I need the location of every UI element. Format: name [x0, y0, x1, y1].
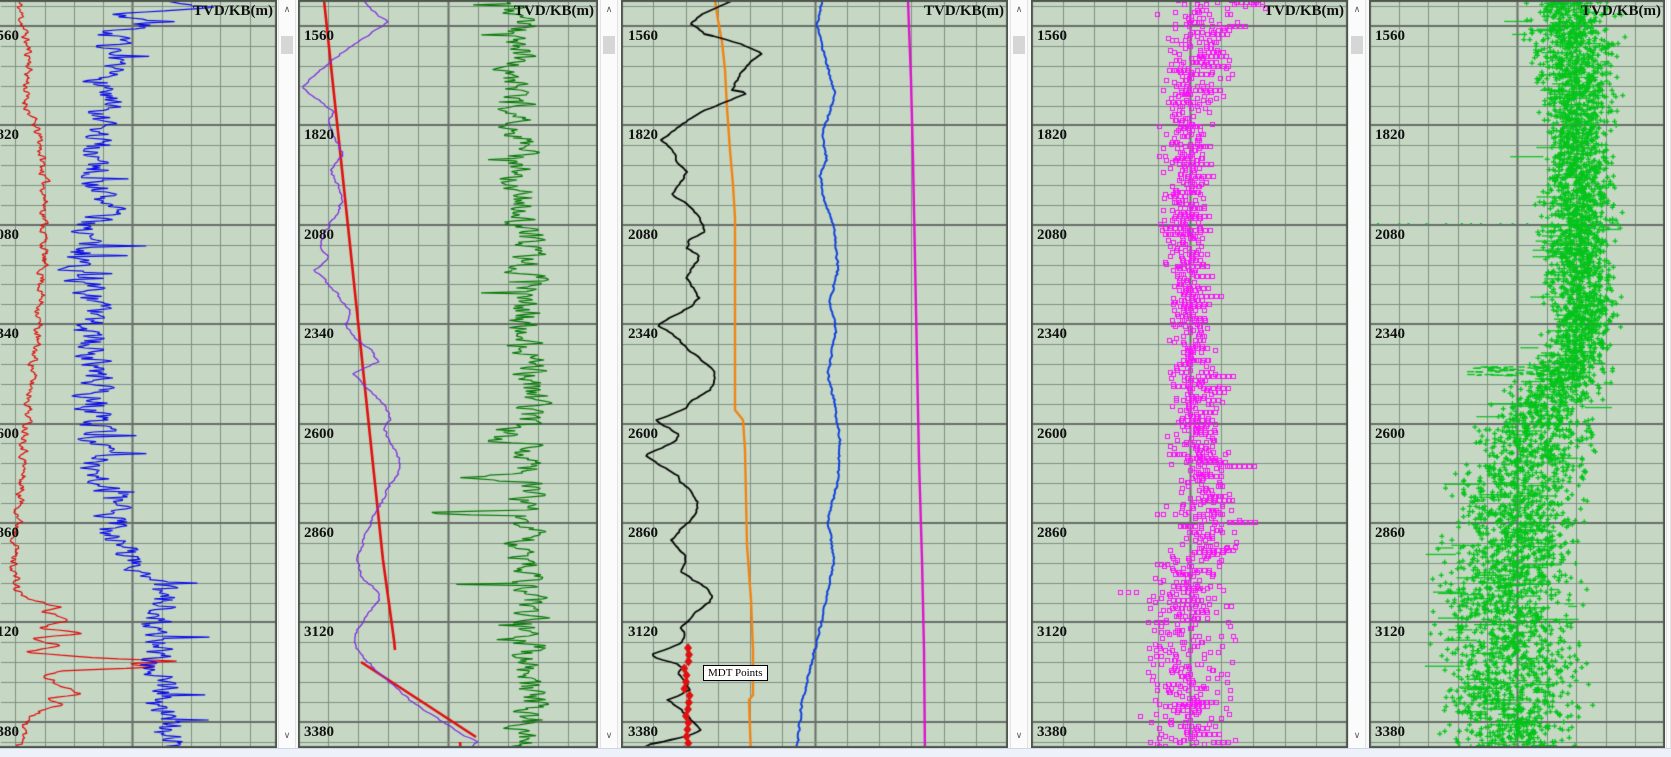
- depth-label: 3120: [1037, 624, 1067, 641]
- depth-label: 1820: [628, 127, 658, 144]
- depth-label: 2080: [304, 227, 334, 244]
- log-track-3-plot[interactable]: [621, 0, 1008, 757]
- depth-label: 3380: [1037, 724, 1067, 741]
- depth-label: 1820: [0, 127, 19, 144]
- depth-label: 2600: [1037, 426, 1067, 443]
- depth-label: 2600: [304, 426, 334, 443]
- depth-label: 1560: [628, 28, 658, 45]
- track-3-depth-unit-header: TVD/KB(m): [924, 3, 1004, 20]
- scroll-down-icon[interactable]: ∨: [601, 731, 617, 741]
- track-2-vertical-scrollbar[interactable]: ∧ ∨: [600, 0, 618, 748]
- depth-label: 3380: [304, 724, 334, 741]
- track-3-vertical-scrollbar[interactable]: ∧ ∨: [1010, 0, 1028, 748]
- scrollbar-thumb[interactable]: [1351, 36, 1363, 54]
- depth-label: 2080: [628, 227, 658, 244]
- log-track-5-plot[interactable]: [1369, 0, 1665, 757]
- track-4-depth-unit-header: TVD/KB(m): [1264, 3, 1344, 20]
- depth-label: 2340: [1037, 326, 1067, 343]
- depth-label: 2340: [1375, 326, 1405, 343]
- depth-label: 2600: [0, 426, 19, 443]
- scrollbar-thumb[interactable]: [281, 36, 293, 54]
- scrollbar-thumb[interactable]: [1013, 36, 1025, 54]
- depth-label: 2860: [628, 525, 658, 542]
- track-5-depth-unit-header: TVD/KB(m): [1581, 3, 1661, 20]
- depth-label: 2080: [0, 227, 19, 244]
- scrollbar-thumb[interactable]: [603, 36, 615, 54]
- log-track-4: TVD/KB(m) 1560 1820 2080 2340 2600 2860 3120 33…: [1031, 0, 1348, 757]
- depth-label: 2080: [1037, 227, 1067, 244]
- depth-label: 3120: [1375, 624, 1405, 641]
- scroll-up-icon[interactable]: ∧: [1349, 5, 1365, 15]
- scroll-down-icon[interactable]: ∨: [279, 731, 295, 741]
- depth-label: 1820: [1037, 127, 1067, 144]
- log-track-3: TVD/KB(m) MDT Points 1560 1820 2080 2340 260…: [621, 0, 1008, 757]
- log-track-1: TVD/KB(m) 1560 1820 2080 2340 2600 2860 3120 33…: [0, 0, 277, 757]
- depth-label: 2340: [628, 326, 658, 343]
- depth-label: 2340: [0, 326, 19, 343]
- depth-label: 3380: [628, 724, 658, 741]
- log-track-5: TVD/KB(m) 1560 1820 2080 2340 2600 2860 3120 33…: [1369, 0, 1665, 757]
- depth-label: 2600: [628, 426, 658, 443]
- depth-label: 3380: [1375, 724, 1405, 741]
- depth-label: 1560: [304, 28, 334, 45]
- scroll-up-icon[interactable]: ∧: [279, 5, 295, 15]
- well-log-viewer: TVD/KB(m) 1560 1820 2080 2340 2600 2860 3120 33…: [0, 0, 1671, 757]
- track-1-depth-unit-header: TVD/KB(m): [193, 3, 273, 20]
- depth-label: 2080: [1375, 227, 1405, 244]
- depth-label: 3380: [0, 724, 19, 741]
- scroll-up-icon[interactable]: ∧: [1011, 5, 1027, 15]
- depth-label: 1560: [0, 28, 19, 45]
- log-track-4-plot[interactable]: [1031, 0, 1348, 757]
- scroll-up-icon[interactable]: ∧: [601, 5, 617, 15]
- depth-label: 3120: [304, 624, 334, 641]
- depth-label: 3120: [0, 624, 19, 641]
- scroll-down-icon[interactable]: ∨: [1011, 731, 1027, 741]
- depth-label: 3120: [628, 624, 658, 641]
- depth-label: 2860: [0, 525, 19, 542]
- track-5-vertical-scrollbar[interactable]: [1666, 0, 1671, 748]
- bottom-window-strip: [0, 748, 1671, 757]
- depth-label: 1820: [304, 127, 334, 144]
- mdt-points-annotation: MDT Points: [703, 665, 768, 681]
- log-track-1-plot[interactable]: [0, 0, 277, 757]
- track-1-vertical-scrollbar[interactable]: ∧ ∨: [278, 0, 296, 748]
- scroll-down-icon[interactable]: ∨: [1349, 731, 1365, 741]
- depth-label: 1820: [1375, 127, 1405, 144]
- depth-label: 2860: [1375, 525, 1405, 542]
- log-track-2-plot[interactable]: [298, 0, 598, 757]
- depth-label: 2860: [304, 525, 334, 542]
- track-2-depth-unit-header: TVD/KB(m): [514, 3, 594, 20]
- depth-label: 1560: [1037, 28, 1067, 45]
- track-4-vertical-scrollbar[interactable]: ∧ ∨: [1348, 0, 1366, 748]
- depth-label: 1560: [1375, 28, 1405, 45]
- depth-label: 2860: [1037, 525, 1067, 542]
- depth-label: 2600: [1375, 426, 1405, 443]
- depth-label: 2340: [304, 326, 334, 343]
- log-track-2: TVD/KB(m) 1560 1820 2080 2340 2600 2860 3120 33…: [298, 0, 598, 757]
